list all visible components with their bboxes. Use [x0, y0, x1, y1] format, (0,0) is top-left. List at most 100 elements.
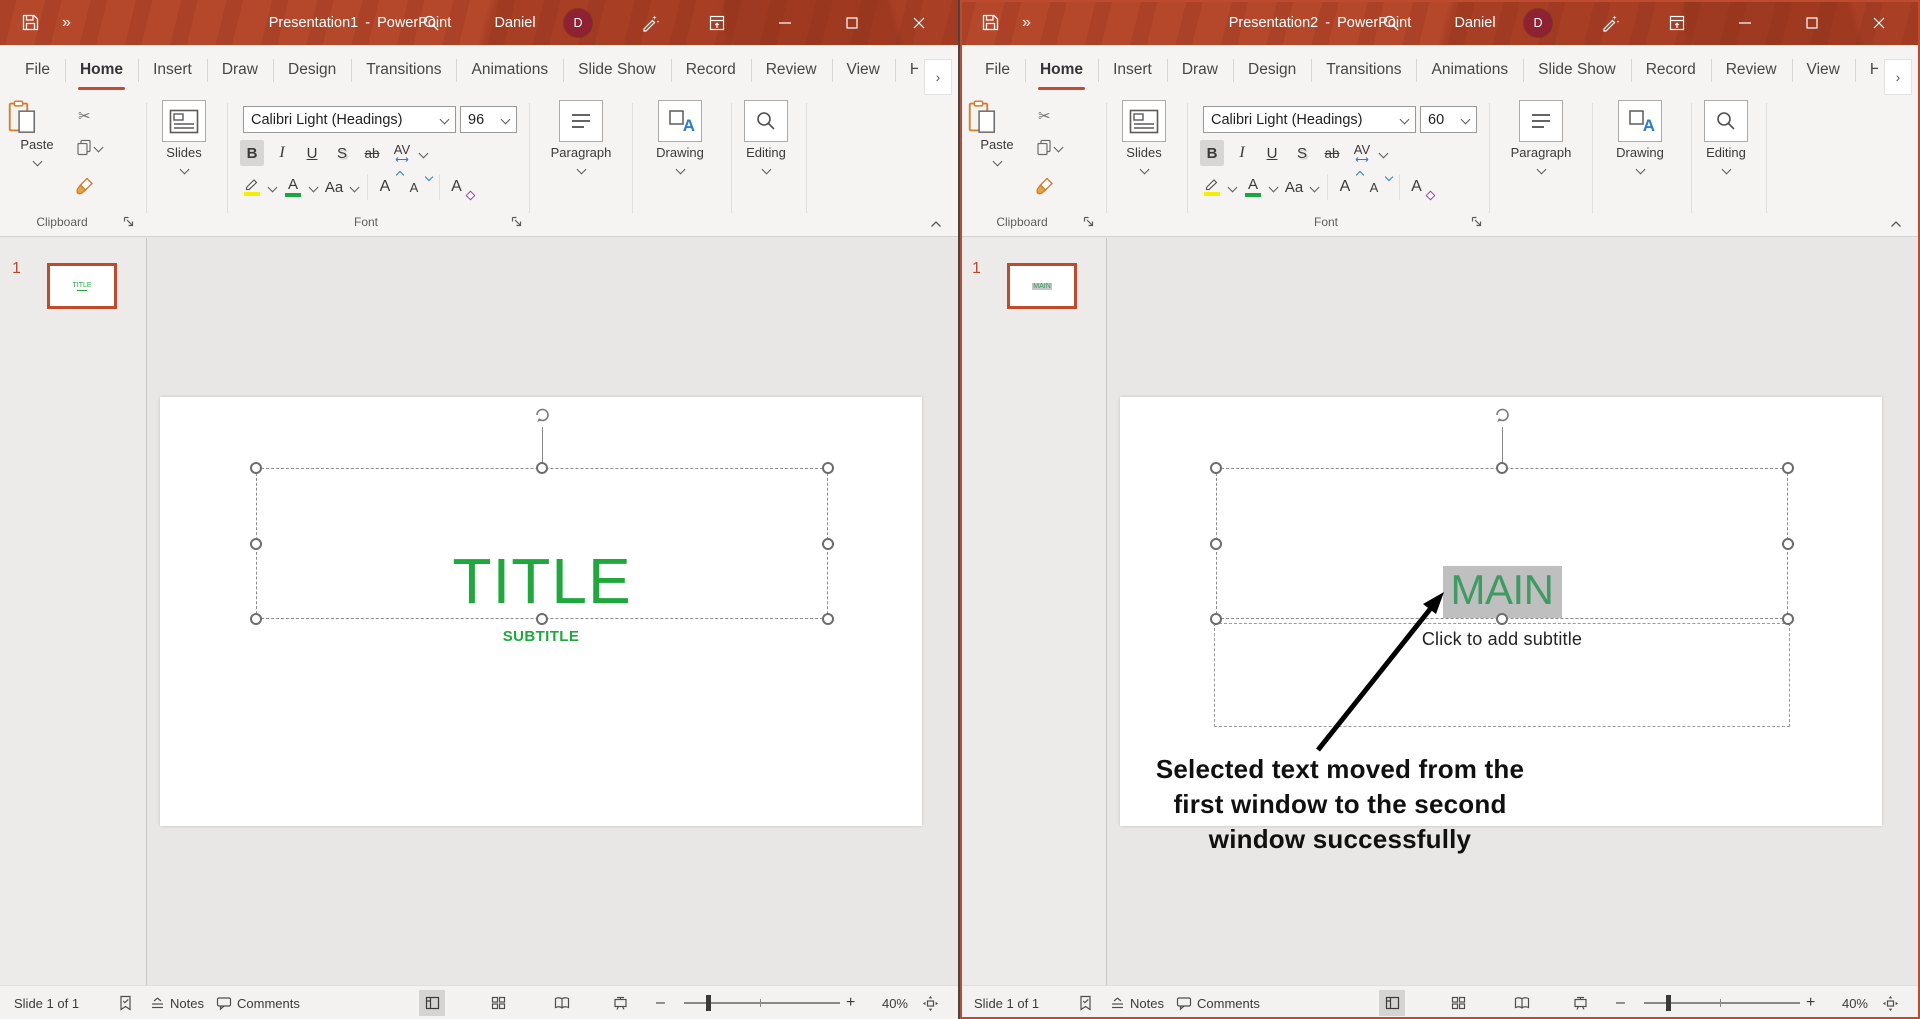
copy-dropdown-icon[interactable]	[1054, 143, 1064, 153]
strikethrough-button[interactable]: ab	[360, 140, 384, 166]
resize-handle[interactable]	[1782, 613, 1794, 625]
notes-button[interactable]: Notes	[150, 986, 204, 1019]
ribbon-tab[interactable]: Animations	[1416, 45, 1523, 95]
resize-handle[interactable]	[822, 538, 834, 550]
close-button[interactable]	[1856, 0, 1902, 45]
slides-dropdown-icon[interactable]	[1139, 165, 1149, 175]
ribbon-tab[interactable]: Transitions	[1311, 45, 1416, 95]
ribbon-tab[interactable]: Insert	[138, 45, 207, 95]
underline-button[interactable]: U	[1260, 140, 1284, 166]
quick-access-more-icon[interactable]: »	[52, 0, 82, 45]
clear-formatting-button[interactable]: A	[1409, 174, 1433, 200]
new-slide-button[interactable]: Slides	[152, 100, 216, 178]
ribbon-tab[interactable]: Review	[751, 45, 832, 95]
search-icon[interactable]	[412, 0, 450, 45]
cut-button[interactable]: ✂	[78, 107, 91, 125]
resize-handle[interactable]	[1210, 538, 1222, 550]
text-shadow-button[interactable]: S	[1290, 140, 1314, 166]
zoom-in-button[interactable]: +	[1806, 986, 1815, 1019]
spell-check-icon[interactable]	[118, 986, 133, 1019]
slide-show-button[interactable]	[607, 990, 633, 1016]
font-dialog-launcher-icon[interactable]	[508, 213, 524, 229]
resize-handle[interactable]	[250, 462, 262, 474]
notes-button[interactable]: Notes	[1110, 986, 1164, 1019]
drawing-button[interactable]: A Drawing	[648, 100, 712, 178]
decrease-font-size-button[interactable]: A	[406, 174, 430, 200]
ribbon-tab[interactable]: Slide Show	[1523, 45, 1631, 95]
drawing-dropdown-icon[interactable]	[675, 165, 685, 175]
increase-font-size-button[interactable]: A	[377, 174, 401, 200]
text-highlight-button[interactable]	[1200, 174, 1224, 200]
resize-handle[interactable]	[1782, 462, 1794, 474]
font-size-combobox[interactable]: 96	[460, 106, 517, 133]
ribbon-tab[interactable]: Design	[273, 45, 351, 95]
editing-dropdown-icon[interactable]	[761, 165, 771, 175]
bold-button[interactable]: B	[1200, 140, 1224, 166]
paragraph-button[interactable]: Paragraph	[549, 100, 613, 178]
title-placeholder[interactable]: TITLE	[256, 468, 828, 619]
copy-button[interactable]	[76, 139, 102, 156]
selected-text[interactable]: MAIN	[1443, 566, 1562, 618]
fit-slide-to-window-icon[interactable]	[922, 986, 939, 1019]
character-spacing-dropdown-icon[interactable]	[1379, 148, 1389, 158]
zoom-slider-knob[interactable]	[1666, 995, 1671, 1011]
copy-dropdown-icon[interactable]	[94, 143, 104, 153]
ribbon-tab[interactable]: View	[1792, 45, 1855, 95]
maximize-button[interactable]	[829, 0, 875, 45]
resize-handle[interactable]	[250, 613, 262, 625]
resize-handle[interactable]	[1210, 613, 1222, 625]
zoom-in-button[interactable]: +	[846, 986, 855, 1019]
subtitle-placeholder[interactable]: Click to add subtitle	[1214, 623, 1790, 727]
ribbon-tab[interactable]: Review	[1711, 45, 1792, 95]
paragraph-dropdown-icon[interactable]	[576, 165, 586, 175]
collapse-ribbon-button[interactable]	[926, 217, 946, 231]
resize-handle[interactable]	[536, 613, 548, 625]
paragraph-button[interactable]: Paragraph	[1509, 100, 1573, 178]
zoom-out-button[interactable]: –	[1616, 986, 1625, 1019]
bold-button[interactable]: B	[240, 140, 264, 166]
avatar[interactable]: D	[558, 0, 598, 45]
ribbon-tab[interactable]: File	[10, 45, 65, 95]
slide-thumbnail[interactable]: MAIN	[1007, 263, 1077, 309]
text-shadow-button[interactable]: S	[330, 140, 354, 166]
slide-canvas[interactable]: MAIN Click to add subtitle	[1120, 397, 1882, 826]
zoom-slider-knob[interactable]	[706, 995, 711, 1011]
ribbon-display-options-icon[interactable]	[1657, 0, 1697, 45]
search-icon[interactable]	[1372, 0, 1410, 45]
zoom-out-button[interactable]: –	[656, 986, 665, 1019]
increase-font-size-button[interactable]: A	[1337, 174, 1361, 200]
italic-button[interactable]: I	[270, 140, 294, 166]
rotate-handle-icon[interactable]	[531, 403, 553, 425]
underline-button[interactable]: U	[300, 140, 324, 166]
ribbon-tab[interactable]: Help	[1855, 45, 1878, 95]
ribbon-tab[interactable]: Insert	[1098, 45, 1167, 95]
copy-button[interactable]	[1036, 139, 1062, 156]
format-painter-button[interactable]	[76, 177, 94, 195]
fit-slide-to-window-icon[interactable]	[1882, 986, 1899, 1019]
resize-handle[interactable]	[250, 538, 262, 550]
font-dialog-launcher-icon[interactable]	[1468, 213, 1484, 229]
resize-handle[interactable]	[1210, 462, 1222, 474]
slides-dropdown-icon[interactable]	[179, 165, 189, 175]
editing-dropdown-icon[interactable]	[1721, 165, 1731, 175]
slide-indicator[interactable]: Slide 1 of 1	[14, 986, 79, 1019]
zoom-percentage[interactable]: 40%	[870, 986, 908, 1019]
ribbon-tab[interactable]: Record	[1631, 45, 1711, 95]
clear-formatting-button[interactable]: A	[449, 174, 473, 200]
slide-show-button[interactable]	[1567, 990, 1593, 1016]
paste-button[interactable]: Paste	[968, 100, 1026, 170]
resize-handle[interactable]	[1782, 538, 1794, 550]
font-size-combobox[interactable]: 60	[1420, 106, 1477, 133]
ribbon-tab[interactable]: View	[832, 45, 895, 95]
stylus-sparkle-icon[interactable]	[1590, 0, 1630, 45]
cut-button[interactable]: ✂	[1038, 107, 1051, 125]
account-name[interactable]: Daniel	[480, 0, 550, 45]
italic-button[interactable]: I	[1230, 140, 1254, 166]
editing-button[interactable]: Editing	[735, 100, 797, 178]
ribbon-display-options-icon[interactable]	[697, 0, 737, 45]
ribbon-tab[interactable]: Home	[65, 45, 138, 95]
format-painter-button[interactable]	[1036, 177, 1054, 195]
avatar[interactable]: D	[1518, 0, 1558, 45]
ribbon-tab[interactable]: Slide Show	[563, 45, 671, 95]
ribbon-tab[interactable]: Help	[895, 45, 918, 95]
